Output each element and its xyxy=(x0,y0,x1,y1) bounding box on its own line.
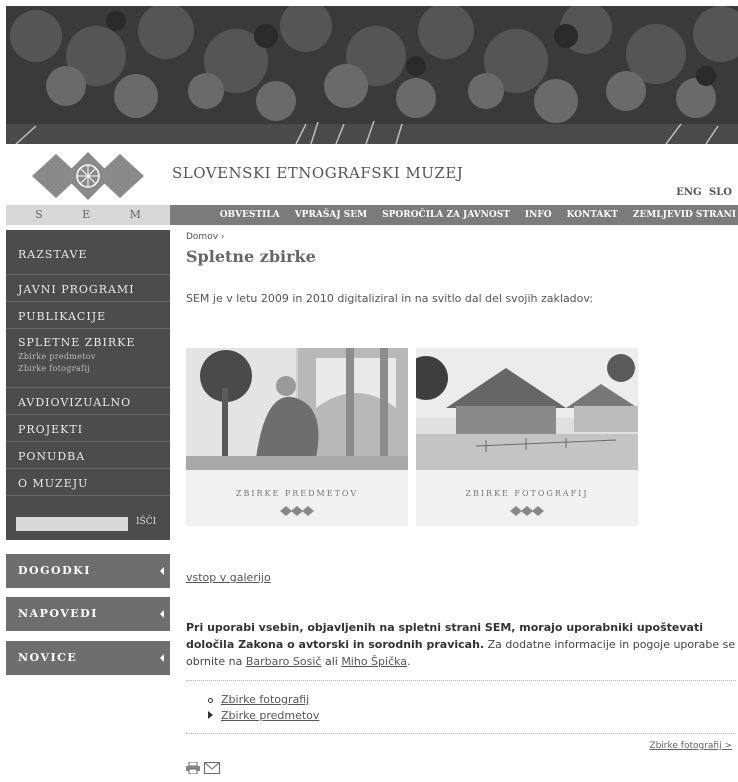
sidebar-subitem-zbirke-fotografij[interactable]: Zbirke fotografij xyxy=(18,364,170,373)
sidebar-item-label: PROJEKTI xyxy=(18,423,84,436)
search-button[interactable]: IŠČI xyxy=(136,517,156,527)
sidebar-item-label: JAVNI PROGRAMI xyxy=(18,283,135,296)
intro-text: SEM je v letu 2009 in 2010 digitaliziral… xyxy=(186,292,594,305)
sidebar-menu: RAZSTAVE JAVNI PROGRAMI PUBLIKACIJE SPLE… xyxy=(6,230,170,540)
sidebar-item-javni-programi[interactable]: JAVNI PROGRAMI xyxy=(6,275,170,302)
nav-info[interactable]: INFO xyxy=(525,210,552,220)
sidebar-item-label: PUBLIKACIJE xyxy=(18,310,107,323)
sidebar-item-projekti[interactable]: PROJEKTI xyxy=(6,415,170,442)
list-item: Zbirke fotografij xyxy=(208,693,309,706)
nav-vprasaj-sem[interactable]: VPRAŠAJ SEM xyxy=(295,210,367,220)
lang-eng-link[interactable]: ENG xyxy=(676,187,701,198)
header-banner-image xyxy=(6,6,738,144)
sidebar-block-label: DOGODKI xyxy=(18,564,91,577)
nav-obvestila[interactable]: OBVESTILA xyxy=(220,210,280,220)
contact-link-sosic[interactable]: Barbaro Sosič xyxy=(246,655,322,668)
divider xyxy=(186,680,736,681)
top-navigation: OBVESTILA VPRAŠAJ SEM SPOROČILA ZA JAVNO… xyxy=(170,205,738,225)
list-item: Zbirke predmetov xyxy=(208,709,319,722)
sidebar-item-label: O MUZEJU xyxy=(18,477,89,490)
diamond-logo-icon xyxy=(510,506,544,516)
sidebar-item-o-muzeju[interactable]: O MUZEJU xyxy=(6,469,170,496)
sidebar-subitem-zbirke-predmetov[interactable]: Zbirke predmetov xyxy=(18,352,170,361)
sidebar-item-publikacije[interactable]: PUBLIKACIJE xyxy=(6,302,170,329)
sidebar-item-spletne-zbirke[interactable]: SPLETNE ZBIRKE Zbirke predmetov Zbirke f… xyxy=(6,329,170,388)
sidebar-block-dogodki[interactable]: DOGODKI xyxy=(6,554,170,588)
lang-slo-link[interactable]: SLO xyxy=(709,187,732,198)
sidebar-item-razstave[interactable]: RAZSTAVE xyxy=(6,248,170,275)
sidebar-item-label: AVDIOVIZUALNO xyxy=(18,396,132,409)
language-switcher: ENG SLO xyxy=(672,187,732,198)
arrow-left-icon xyxy=(160,567,164,575)
sidebar-item-label: RAZSTAVE xyxy=(18,248,88,261)
sidebar-item-avdiovizualno[interactable]: AVDIOVIZUALNO xyxy=(6,388,170,415)
gallery-label: ZBIRKE PREDMETOV xyxy=(235,489,359,498)
sidebar-block-novice[interactable]: NOVICE xyxy=(6,641,170,675)
link-zbirke-fotografij[interactable]: Zbirke fotografij xyxy=(221,693,309,706)
notice-text: . xyxy=(407,655,411,668)
sidebar-item-label: SPLETNE ZBIRKE xyxy=(18,336,136,349)
breadcrumb-home-link[interactable]: Domov xyxy=(186,232,218,242)
gallery-image-painting xyxy=(186,348,408,470)
bullet-dot-icon xyxy=(208,698,213,703)
page-title: Spletne zbirke xyxy=(186,247,316,266)
next-page-link[interactable]: Zbirke fotografij > xyxy=(649,741,732,751)
nav-kontakt[interactable]: KONTAKT xyxy=(567,210,618,220)
contact-link-spicka[interactable]: Miho Špička xyxy=(341,655,407,668)
arrow-left-icon xyxy=(160,654,164,662)
nav-sporocila-za-javnost[interactable]: SPOROČILA ZA JAVNOST xyxy=(382,210,510,220)
gallery-entry-link[interactable]: vstop v galerijo xyxy=(186,571,271,584)
sem-short-bar: S E M xyxy=(6,205,170,225)
chevron-right-icon: › xyxy=(220,232,225,242)
breadcrumb: Domov › xyxy=(186,232,225,242)
sidebar-item-label: PONUDBA xyxy=(18,450,86,463)
gallery-image-farmhouse xyxy=(416,348,638,470)
sidebar-block-label: NAPOVEDI xyxy=(18,607,98,620)
sidebar-block-label: NOVICE xyxy=(18,651,78,664)
copyright-notice: Pri uporabi vsebin, objavljenih na splet… xyxy=(186,619,738,670)
nav-zemljevid-strani[interactable]: ZEMLJEVID STRANI xyxy=(633,210,736,220)
gallery-label: ZBIRKE FOTOGRAFIJ xyxy=(465,489,589,498)
divider xyxy=(186,733,736,734)
gallery-card-zbirke-fotografij[interactable]: ZBIRKE FOTOGRAFIJ xyxy=(416,348,638,526)
print-icon[interactable] xyxy=(186,762,200,774)
page-tools xyxy=(186,762,220,774)
arrow-left-icon xyxy=(160,610,164,618)
notice-text: ali xyxy=(321,655,342,668)
site-title: SLOVENSKI ETNOGRAFSKI MUZEJ xyxy=(172,164,464,182)
email-icon[interactable] xyxy=(204,762,220,774)
diamond-logo-icon xyxy=(280,506,314,516)
sidebar-item-ponudba[interactable]: PONUDBA xyxy=(6,442,170,469)
bullet-arrow-icon xyxy=(208,711,213,719)
gallery-card-zbirke-predmetov[interactable]: ZBIRKE PREDMETOV xyxy=(186,348,408,526)
museum-logo[interactable] xyxy=(32,150,144,202)
search-input[interactable] xyxy=(16,517,128,531)
link-zbirke-predmetov[interactable]: Zbirke predmetov xyxy=(221,709,319,722)
sidebar-block-napovedi[interactable]: NAPOVEDI xyxy=(6,597,170,631)
